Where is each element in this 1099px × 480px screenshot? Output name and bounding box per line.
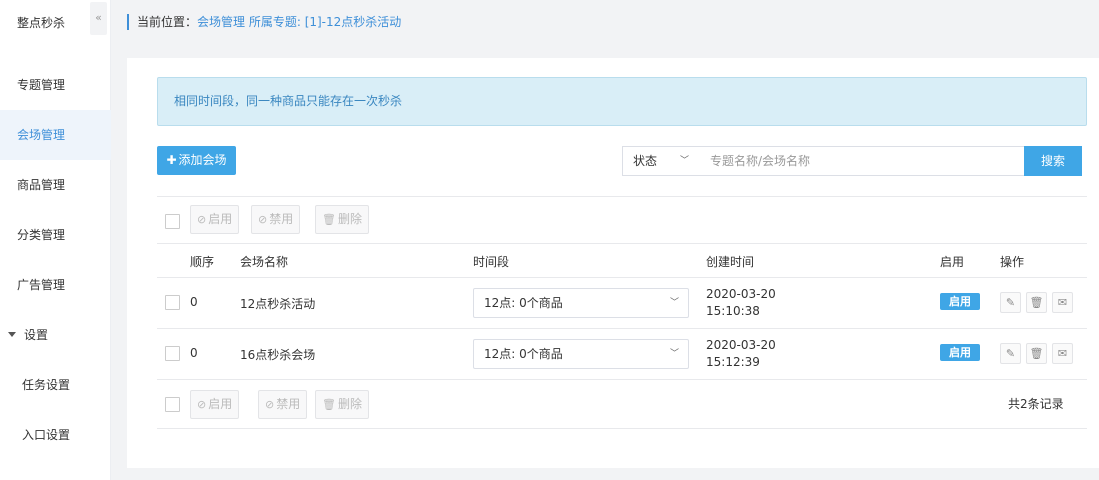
- add-venue-button[interactable]: ✚ 添加会场: [157, 146, 236, 175]
- bulk-disable-button[interactable]: ⊘ 禁用: [258, 390, 308, 419]
- sidebar-item-topics[interactable]: 专题管理: [0, 60, 111, 110]
- divider: [157, 243, 1087, 244]
- sidebar-group-settings[interactable]: 设置: [0, 310, 111, 360]
- breadcrumb: 当前位置：会场管理 所属专题: [1]-12点秒杀活动: [127, 14, 401, 30]
- sidebar-item-products[interactable]: 商品管理: [0, 160, 111, 210]
- add-venue-label: 添加会场: [178, 153, 227, 167]
- row-checkbox[interactable]: [165, 295, 180, 310]
- sidebar: 整点秒杀 « 专题管理 会场管理 商品管理 分类管理 广告管理 设置 任务设置 …: [0, 0, 111, 480]
- period-select[interactable]: 12点: 0个商品 ﹀: [473, 339, 689, 369]
- trash-icon: 🗑: [322, 398, 336, 411]
- bulk-enable-label: 启用: [208, 397, 233, 411]
- search-input[interactable]: 专题名称/会场名称: [697, 146, 1025, 176]
- column-header-period: 时间段: [473, 255, 510, 269]
- column-header-name: 会场名称: [240, 255, 289, 269]
- divider: [157, 379, 1087, 380]
- period-select-value: 12点: 0个商品: [484, 347, 563, 361]
- period-select-value: 12点: 0个商品: [484, 296, 563, 310]
- bulk-disable-label: 禁用: [269, 212, 294, 226]
- mail-icon[interactable]: ✉: [1052, 343, 1073, 364]
- sidebar-item-venues[interactable]: 会场管理: [0, 110, 111, 160]
- sidebar-group-label: 设置: [24, 328, 49, 342]
- period-select[interactable]: 12点: 0个商品 ﹀: [473, 288, 689, 318]
- edit-icon[interactable]: ✎: [1000, 292, 1021, 313]
- bulk-delete-button[interactable]: 🗑 删除: [315, 390, 369, 419]
- status-select[interactable]: 状态 ﹀: [622, 146, 698, 176]
- main-card: 相同时间段，同一种商品只能存在一次秒杀 ✚ 添加会场 状态 ﹀ 专题名称/会场名称…: [127, 58, 1099, 468]
- chevron-down-icon: ﹀: [679, 156, 689, 166]
- caret-down-icon: [8, 332, 16, 337]
- bulk-delete-label: 删除: [337, 212, 362, 226]
- mail-icon[interactable]: ✉: [1052, 292, 1073, 313]
- bulk-delete-button[interactable]: 🗑 删除: [315, 205, 369, 234]
- status-select-value: 状态: [633, 154, 658, 168]
- sidebar-subitem-task-settings[interactable]: 任务设置: [0, 360, 111, 410]
- divider: [157, 196, 1087, 197]
- row-name: 12点秒杀活动: [240, 297, 316, 311]
- column-header-actions: 操作: [1000, 255, 1025, 269]
- info-alert: 相同时间段，同一种商品只能存在一次秒杀: [157, 77, 1087, 126]
- row-order: 0: [190, 346, 198, 360]
- edit-icon[interactable]: ✎: [1000, 343, 1021, 364]
- breadcrumb-path[interactable]: 会场管理 所属专题: [1]-12点秒杀活动: [197, 15, 401, 29]
- trash-icon: 🗑: [322, 213, 336, 226]
- row-created-date: 2020-03-20: [706, 287, 776, 301]
- row-checkbox[interactable]: [165, 346, 180, 361]
- total-records: 共2条记录: [1008, 397, 1064, 411]
- row-created-date: 2020-03-20: [706, 338, 776, 352]
- search-button[interactable]: 搜索: [1024, 146, 1082, 176]
- bulk-disable-button[interactable]: ⊘ 禁用: [251, 205, 301, 234]
- column-header-order: 顺序: [190, 255, 215, 269]
- status-badge[interactable]: 启用: [940, 344, 980, 361]
- bulk-enable-button[interactable]: ⊘ 启用: [190, 205, 240, 234]
- check-circle-icon: ⊘: [197, 213, 207, 226]
- collapse-sidebar-icon[interactable]: «: [90, 2, 107, 35]
- divider: [157, 277, 1087, 278]
- bulk-enable-label: 启用: [208, 212, 233, 226]
- trash-icon[interactable]: 🗑: [1026, 343, 1047, 364]
- column-header-created: 创建时间: [706, 255, 755, 269]
- bulk-disable-label: 禁用: [276, 397, 301, 411]
- sidebar-item-ads[interactable]: 广告管理: [0, 260, 111, 310]
- select-all-checkbox[interactable]: [165, 397, 180, 412]
- row-name: 16点秒杀会场: [240, 348, 316, 362]
- breadcrumb-prefix: 当前位置：: [137, 15, 198, 29]
- divider: [157, 428, 1087, 429]
- status-badge[interactable]: 启用: [940, 293, 980, 310]
- bulk-enable-button[interactable]: ⊘ 启用: [190, 390, 240, 419]
- trash-icon[interactable]: 🗑: [1026, 292, 1047, 313]
- select-all-checkbox[interactable]: [165, 214, 180, 229]
- ban-icon: ⊘: [258, 213, 268, 226]
- chevron-down-icon: ﹀: [669, 298, 679, 308]
- divider: [157, 328, 1087, 329]
- bulk-delete-label: 删除: [337, 397, 362, 411]
- row-order: 0: [190, 295, 198, 309]
- check-circle-icon: ⊘: [197, 398, 207, 411]
- row-created-time: 15:12:39: [706, 355, 760, 369]
- plus-icon: ✚: [166, 153, 177, 167]
- sidebar-item-categories[interactable]: 分类管理: [0, 210, 111, 260]
- ban-icon: ⊘: [265, 398, 275, 411]
- sidebar-title: 整点秒杀: [17, 16, 66, 30]
- column-header-enabled: 启用: [940, 255, 965, 269]
- row-created-time: 15:10:38: [706, 304, 760, 318]
- chevron-down-icon: ﹀: [669, 349, 679, 359]
- sidebar-subitem-entry-settings[interactable]: 入口设置: [0, 410, 111, 460]
